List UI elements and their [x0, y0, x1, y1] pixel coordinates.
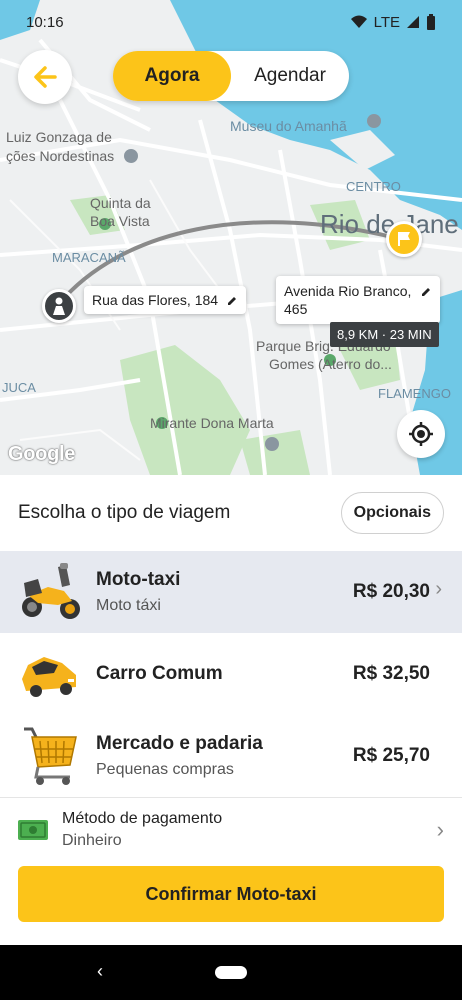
ride-subtitle: Moto táxi [96, 597, 161, 614]
shopping-cart-icon [24, 727, 77, 785]
chevron-right-icon: › [435, 578, 442, 600]
tab-agora[interactable]: Agora [113, 51, 231, 101]
destination-address-card[interactable]: Avenida Rio Branco, 465 [276, 276, 440, 324]
map-label-centro: CENTRO [346, 179, 401, 194]
options-button[interactable]: Opcionais [340, 492, 444, 534]
map-view[interactable]: 10:16 LTE Agora Agendar Museu do Amanhã … [0, 0, 462, 475]
panel-header: Escolha o tipo de viagem Opcionais [0, 475, 462, 551]
map-label-museu: Museu do Amanhã [230, 118, 347, 134]
destination-address-line-1: Avenida Rio Branco, [284, 283, 412, 299]
payment-value: Dinheiro [62, 831, 122, 849]
map-label-mirante: Mirante Dona Marta [150, 415, 274, 431]
origin-address: Rua das Flores, 184 [92, 292, 219, 308]
ride-price: R$ 25,70 [352, 745, 430, 766]
person-icon [53, 297, 65, 315]
distance-badge: 8,9 KM · 23 MIN [330, 322, 439, 347]
ride-text: Moto-taxi Moto táxi [96, 569, 353, 615]
ride-option-moto-taxi[interactable]: Moto-taxi Moto táxi R$ 20,30 › [0, 551, 462, 633]
confirm-button[interactable]: Confirmar Moto-taxi [18, 866, 444, 922]
ride-price: R$ 20,30 [352, 581, 430, 602]
ride-price: R$ 32,50 [352, 663, 430, 684]
crosshair-icon [409, 422, 433, 446]
pencil-icon [228, 297, 237, 305]
map-label-flamengo: FLAMENGO [378, 386, 451, 401]
motorcycle-icon [22, 563, 80, 619]
map-label-parque-2: Gomes (Aterro do... [269, 356, 392, 372]
ride-subtitle: Pequenas compras [96, 761, 234, 778]
ride-text: Carro Comum [96, 663, 353, 685]
origin-address-card[interactable]: Rua das Flores, 184 [84, 286, 247, 314]
panel-title: Escolha o tipo de viagem [18, 502, 231, 523]
arrow-left-icon [34, 66, 57, 88]
my-location-button[interactable] [397, 410, 445, 458]
status-time: 10:16 [26, 13, 64, 31]
system-nav-bar: ‹ [0, 945, 462, 1000]
payment-text: Método de pagamento Dinheiro [62, 810, 437, 850]
wifi-icon [350, 15, 367, 28]
car-icon [22, 657, 76, 697]
nav-home-pill[interactable] [215, 966, 247, 979]
network-type: LTE [373, 13, 400, 31]
ride-name: Moto-taxi [96, 569, 181, 590]
map-label-juca: JUCA [2, 380, 36, 395]
origin-marker[interactable] [42, 289, 76, 323]
chevron-right-icon: › [436, 816, 444, 842]
destination-address-line-2: 465 [284, 301, 308, 317]
battery-icon [427, 14, 435, 30]
flag-icon [398, 232, 410, 246]
destination-address: Avenida Rio Branco, 465 [284, 282, 412, 318]
ride-name: Mercado e padaria [96, 733, 263, 754]
payment-label: Método de pagamento [62, 809, 223, 827]
pencil-icon [422, 288, 430, 296]
ride-option-mercado-padaria[interactable]: Mercado e padaria Pequenas compras R$ 25… [0, 715, 462, 797]
map-label-maracana: MARACANÃ [52, 250, 126, 265]
ride-text: Mercado e padaria Pequenas compras [96, 733, 353, 779]
map-label-luiz-1: Luiz Gonzaga de [6, 129, 112, 145]
map-label-quinta-2: Boa Vista [90, 213, 150, 229]
status-icons: LTE [350, 14, 436, 31]
map-label-luiz-2: ções Nordestinas [6, 148, 115, 164]
trip-panel: Escolha o tipo de viagem Opcionais Moto-… [0, 475, 462, 945]
back-button[interactable] [18, 50, 72, 104]
cash-icon [18, 819, 48, 840]
status-bar: 10:16 LTE [0, 0, 462, 44]
map-label-quinta-1: Quinta da [90, 195, 151, 211]
google-logo: Google [8, 443, 76, 465]
ride-name: Carro Comum [96, 663, 223, 684]
payment-method-row[interactable]: Método de pagamento Dinheiro › [0, 797, 462, 861]
nav-back-icon[interactable]: ‹ [97, 961, 103, 982]
tab-agendar[interactable]: Agendar [231, 51, 349, 101]
time-toggle: Agora Agendar [113, 51, 349, 101]
signal-icon [407, 16, 419, 28]
destination-marker[interactable] [386, 221, 422, 257]
ride-option-carro-comum[interactable]: Carro Comum R$ 32,50 [0, 633, 462, 715]
